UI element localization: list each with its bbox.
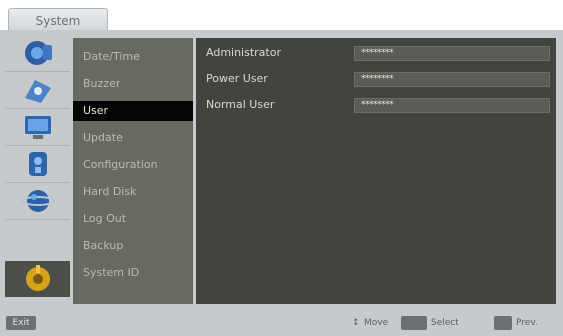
user-row-administrator: Administrator ******** [196, 43, 556, 63]
normal-user-password-value: ******** [361, 100, 394, 110]
menu-item-system-id[interactable]: System ID [73, 263, 193, 283]
select-key-icon [401, 316, 427, 330]
category-storage[interactable] [5, 72, 70, 109]
exit-button[interactable]: Exit [6, 316, 36, 330]
power-user-password-value: ******** [361, 74, 394, 84]
category-icons [5, 35, 70, 297]
user-settings-panel: Administrator ******** Power User ******… [196, 38, 556, 304]
move-arrow-icon: ↕ [352, 318, 360, 328]
menu-item-backup[interactable]: Backup [73, 236, 193, 256]
power-user-label: Power User [206, 72, 268, 85]
category-security[interactable] [5, 146, 70, 183]
lock-icon [28, 152, 47, 176]
power-user-password-field[interactable]: ******** [354, 72, 550, 87]
administrator-password-field[interactable]: ******** [354, 46, 550, 61]
select-hint-label: Select [431, 318, 459, 328]
menu-item-configuration[interactable]: Configuration [73, 155, 193, 175]
administrator-password-value: ******** [361, 48, 394, 58]
prev-hint-label: Prev. [516, 318, 538, 328]
tools-icon [25, 265, 50, 291]
menu-item-date-time[interactable]: Date/Time [73, 47, 193, 67]
tab-bar: System [0, 0, 563, 33]
menu-panel: Date/Time Buzzer User Update Configurati… [73, 38, 193, 304]
menu-item-buzzer[interactable]: Buzzer [73, 74, 193, 94]
category-camera[interactable] [5, 35, 70, 72]
user-row-power-user: Power User ******** [196, 69, 556, 89]
menu-item-update[interactable]: Update [73, 128, 193, 148]
menu-item-log-out[interactable]: Log Out [73, 209, 193, 229]
menu-item-hard-disk[interactable]: Hard Disk [73, 182, 193, 202]
disk-icon [24, 80, 51, 103]
globe-icon [20, 190, 55, 212]
camera-icon [24, 41, 52, 65]
normal-user-password-field[interactable]: ******** [354, 98, 550, 113]
administrator-label: Administrator [206, 46, 281, 59]
prev-key-icon [494, 316, 512, 330]
user-row-normal-user: Normal User ******** [196, 95, 556, 115]
move-hint-label: Move [364, 318, 389, 328]
monitor-icon [24, 116, 51, 139]
settings-window: Date/Time Buzzer User Update Configurati… [0, 30, 563, 336]
category-system[interactable] [5, 261, 70, 297]
category-display[interactable] [5, 109, 70, 146]
category-network[interactable] [5, 183, 70, 220]
normal-user-label: Normal User [206, 98, 275, 111]
status-bar: Exit ↕ Move Select Prev. [0, 307, 563, 336]
menu-item-user[interactable]: User [73, 101, 193, 121]
